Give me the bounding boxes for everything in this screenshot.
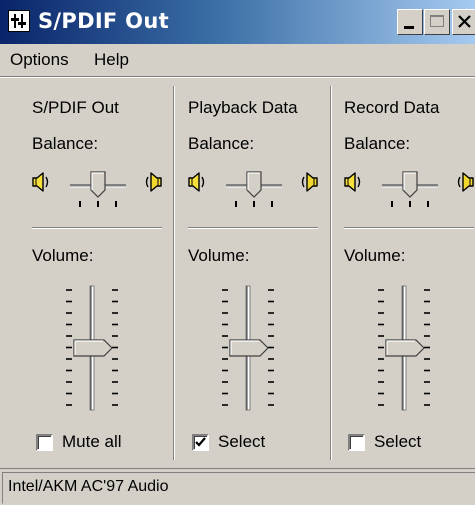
status-text: Intel/AKM AC'97 Audio	[8, 478, 169, 495]
menu-separator	[0, 76, 475, 78]
volume-slider[interactable]	[344, 278, 475, 418]
section-separator	[344, 227, 474, 229]
speaker-icon	[145, 172, 162, 192]
speaker-icon	[301, 172, 318, 192]
menu-options[interactable]: Options	[10, 49, 69, 71]
balance-label: Balance:	[344, 134, 411, 153]
channel-record-data: Record Data Balance: Volume: Select	[344, 82, 475, 460]
title-bar[interactable]: S/PDIF Out	[0, 0, 475, 44]
close-icon	[458, 15, 471, 28]
mute-all-checkbox[interactable]	[36, 434, 53, 451]
section-separator	[188, 227, 318, 229]
balance-slider[interactable]	[32, 170, 172, 214]
speaker-icon	[188, 172, 205, 192]
volume-label: Volume:	[188, 246, 250, 265]
balance-slider[interactable]	[344, 170, 475, 214]
window-title: S/PDIF Out	[38, 9, 169, 33]
volume-thumb[interactable]	[73, 339, 113, 357]
select-label[interactable]: Select	[374, 432, 421, 452]
close-button[interactable]	[452, 9, 475, 35]
minimize-icon	[404, 26, 414, 29]
speaker-icon	[344, 172, 361, 192]
column-divider	[173, 86, 175, 460]
balance-thumb[interactable]	[246, 171, 262, 198]
maximize-button[interactable]	[424, 9, 450, 35]
status-bar: Intel/AKM AC'97 Audio	[0, 468, 475, 505]
maximize-icon	[430, 15, 444, 27]
channel-title: Playback Data	[188, 98, 298, 117]
channel-title: S/PDIF Out	[32, 98, 119, 117]
check-icon	[195, 437, 206, 447]
mute-all-label[interactable]: Mute all	[62, 432, 122, 452]
channel-title: Record Data	[344, 98, 440, 117]
balance-label: Balance:	[32, 134, 99, 153]
volume-slider[interactable]	[32, 278, 172, 418]
channel-spdif-out: S/PDIF Out Balance: Volume: Mute all	[32, 82, 172, 460]
select-checkbox[interactable]	[192, 434, 209, 451]
volume-label: Volume:	[32, 246, 94, 265]
balance-label: Balance:	[188, 134, 255, 153]
volume-thumb[interactable]	[385, 339, 425, 357]
channel-playback-data: Playback Data Balance: Volume: Select	[188, 82, 328, 460]
menu-bar: Options Help	[0, 44, 475, 76]
balance-slider[interactable]	[188, 170, 328, 214]
speaker-icon	[457, 172, 474, 192]
balance-thumb[interactable]	[402, 171, 418, 198]
select-checkbox[interactable]	[348, 434, 365, 451]
balance-thumb[interactable]	[90, 171, 106, 198]
section-separator	[32, 227, 162, 229]
volume-slider[interactable]	[188, 278, 328, 418]
menu-help[interactable]: Help	[94, 49, 129, 71]
volume-thumb[interactable]	[229, 339, 269, 357]
mixer-window: S/PDIF Out Options Help S/PDIF Out Balan…	[0, 0, 475, 505]
speaker-icon	[32, 172, 49, 192]
volume-label: Volume:	[344, 246, 406, 265]
mixer-app-icon[interactable]	[8, 10, 30, 32]
column-divider	[330, 86, 332, 460]
select-label[interactable]: Select	[218, 432, 265, 452]
minimize-button[interactable]	[397, 9, 423, 35]
